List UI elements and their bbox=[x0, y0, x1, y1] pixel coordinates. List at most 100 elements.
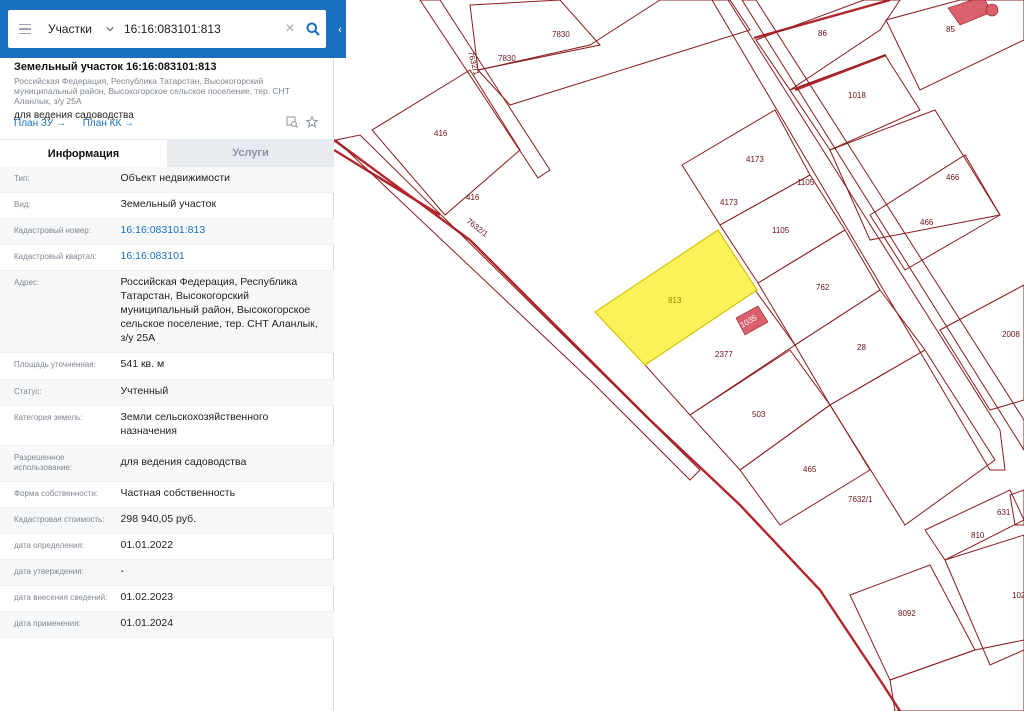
property-value: 01.01.2024 bbox=[120, 617, 174, 629]
property-value: Земельный участок bbox=[120, 198, 217, 210]
property-value: 01.02.2023 bbox=[120, 591, 174, 603]
property-row-land-category: Категория земель: Земли сельскохозяйстве… bbox=[0, 406, 334, 446]
road-parcel[interactable] bbox=[741, 0, 1024, 451]
property-row-address: Адрес: Российская Федерация, Республика … bbox=[0, 271, 334, 353]
property-value: Объект недвижимости bbox=[120, 172, 231, 184]
label-813: 813 bbox=[668, 296, 682, 305]
object-address: Российская Федерация, Республика Татарст… bbox=[14, 76, 290, 106]
parcel-466a[interactable] bbox=[829, 109, 1001, 241]
label-1105a: 1105 bbox=[797, 178, 815, 187]
property-row-date-entered: дата внесения сведений: 01.02.2023 bbox=[0, 586, 334, 612]
property-row-type: Тип: Объект недвижимости bbox=[0, 167, 334, 193]
road-boundary-line bbox=[794, 53, 887, 92]
tab-services[interactable]: Услуги bbox=[167, 139, 334, 167]
label-762: 762 bbox=[816, 283, 830, 292]
property-key: Кадастровый квартал: bbox=[14, 252, 97, 261]
parcel-7830b[interactable] bbox=[477, 0, 751, 106]
property-value: Учтенный bbox=[120, 385, 169, 397]
property-key: Тип: bbox=[14, 174, 30, 183]
label-503: 503 bbox=[752, 410, 766, 419]
label-2377: 2377 bbox=[715, 350, 733, 359]
header-actions bbox=[286, 116, 318, 128]
object-header: Земельный участок 16:16:083101:813 Росси… bbox=[14, 60, 326, 121]
label-28: 28 bbox=[857, 343, 866, 352]
building-85[interactable] bbox=[947, 0, 993, 26]
property-key: Форма собственности: bbox=[14, 489, 99, 498]
property-key: дата определения: bbox=[14, 541, 85, 550]
label-7830a: 7830 bbox=[552, 30, 570, 39]
object-title: Земельный участок 16:16:083101:813 bbox=[14, 61, 217, 73]
label-2008: 2008 bbox=[1002, 330, 1020, 339]
cadastral-number-link[interactable]: 16:16:083101:813 bbox=[121, 223, 320, 240]
property-row-kind: Вид: Земельный участок bbox=[0, 193, 334, 219]
plan-zu-link[interactable]: План ЗУ → bbox=[14, 118, 66, 129]
panel-tabs: Информация Услуги bbox=[0, 139, 334, 167]
property-key: дата применения: bbox=[14, 619, 81, 628]
search-input[interactable]: 16:16:083101:813 bbox=[124, 10, 280, 48]
property-row-status: Статус: Учтенный bbox=[0, 380, 334, 406]
road-boundary-line bbox=[333, 148, 441, 217]
property-row-area: Площадь уточненная: 541 кв. м bbox=[0, 353, 334, 380]
property-value: 01.01.2022 bbox=[120, 539, 174, 551]
property-value: для ведения садоводства bbox=[120, 456, 247, 468]
info-panel: Участки 16:16:083101:813 × ‹ Земельный у… bbox=[0, 0, 346, 711]
plan-kk-link[interactable]: План КК → bbox=[83, 118, 134, 129]
label-road-7632-1b: 7632/1 bbox=[465, 216, 490, 238]
label-466b: 466 bbox=[920, 218, 934, 227]
label-road-7632-1c: 7632/1 bbox=[848, 495, 873, 504]
property-row-cadastral-value: Кадастровая стоимость: 298 940,05 руб. bbox=[0, 508, 334, 534]
property-value: - bbox=[120, 565, 125, 577]
parcel-2008[interactable] bbox=[939, 284, 1024, 411]
search-icon[interactable] bbox=[300, 10, 326, 48]
property-value: Частная собственность bbox=[120, 487, 236, 499]
road-boundary-line bbox=[333, 139, 902, 711]
label-8092: 8092 bbox=[898, 609, 916, 618]
property-row-date-determined: дата определения: 01.01.2022 bbox=[0, 534, 334, 560]
property-key: дата утверждения: bbox=[14, 567, 84, 576]
label-810: 810 bbox=[971, 531, 985, 540]
zoom-to-object-icon[interactable] bbox=[286, 116, 298, 128]
property-table: Тип: Объект недвижимости Вид: Земельный … bbox=[0, 167, 334, 638]
label-85: 85 bbox=[946, 25, 955, 34]
object-links: План ЗУ → План КК → bbox=[14, 118, 148, 129]
building-marker[interactable] bbox=[985, 3, 999, 17]
property-value: 541 кв. м bbox=[120, 358, 165, 370]
close-icon[interactable]: × bbox=[280, 10, 300, 48]
parcel-4173[interactable] bbox=[681, 109, 811, 226]
parcel-810[interactable] bbox=[924, 489, 1024, 561]
menu-icon[interactable] bbox=[8, 10, 42, 48]
parcel-7830[interactable] bbox=[469, 0, 601, 71]
search-bar: Участки 16:16:083101:813 × ‹ bbox=[0, 0, 346, 58]
property-key: Кадастровый номер: bbox=[14, 226, 91, 235]
property-row-date-approved: дата утверждения: - bbox=[0, 560, 334, 586]
tab-information[interactable]: Информация bbox=[0, 139, 167, 167]
label-1018: 1018 bbox=[848, 91, 866, 100]
label-416b: 416 bbox=[466, 193, 480, 202]
label-1105b: 1105 bbox=[772, 226, 790, 235]
property-key: Площадь уточненная: bbox=[14, 360, 96, 369]
label-102: 102 bbox=[1012, 591, 1024, 600]
property-key: Кадастровая стоимость: bbox=[14, 515, 105, 524]
cadastral-quarter-link[interactable]: 16:16:083101 bbox=[121, 249, 320, 266]
property-row-permitted-use: Разрешенное использование: для ведения с… bbox=[0, 446, 334, 482]
label-465: 465 bbox=[803, 465, 817, 474]
property-key: Вид: bbox=[14, 200, 31, 209]
chevron-down-icon bbox=[106, 27, 114, 32]
property-row-cadastral-number: Кадастровый номер: 16:16:083101:813 bbox=[0, 219, 334, 245]
label-4173a: 4173 bbox=[746, 155, 764, 164]
search-box: Участки 16:16:083101:813 × bbox=[8, 10, 326, 48]
parcel-lower-edge[interactable] bbox=[889, 639, 1024, 711]
star-icon[interactable] bbox=[306, 116, 318, 128]
parcel-466b[interactable] bbox=[869, 154, 1001, 271]
parcel-1018[interactable] bbox=[789, 54, 921, 151]
collapse-panel-button[interactable]: ‹ bbox=[334, 20, 346, 40]
property-key: дата внесения сведений: bbox=[14, 593, 108, 602]
property-row-cadastral-quarter: Кадастровый квартал: 16:16:083101 bbox=[0, 245, 334, 271]
category-select[interactable]: Участки bbox=[42, 10, 124, 48]
category-select-value: Участки bbox=[48, 22, 92, 36]
property-row-date-applied: дата применения: 01.01.2024 bbox=[0, 612, 334, 638]
property-key: Статус: bbox=[14, 387, 42, 396]
property-value: Земли сельскохозяйственного назначения bbox=[120, 411, 269, 437]
property-key: Категория земель: bbox=[14, 413, 83, 422]
label-86: 86 bbox=[818, 29, 827, 38]
